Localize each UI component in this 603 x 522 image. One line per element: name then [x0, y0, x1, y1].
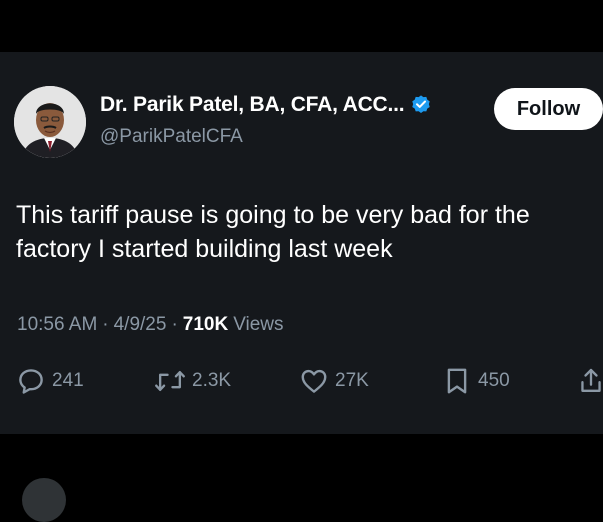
tweet-text-line: This tariff pause is going to be very ba…: [16, 201, 530, 229]
share-icon: [581, 368, 601, 392]
views-count: 710K: [182, 314, 229, 335]
author-name-row: Dr. Parik Patel, BA, CFA, ACC...: [100, 93, 432, 117]
follow-button[interactable]: Follow: [494, 88, 603, 130]
tweet-text-line: factory I started building last week: [16, 235, 393, 263]
tweet-text: This tariff pause is going to be very ba…: [16, 198, 596, 266]
like-button[interactable]: 27K: [299, 364, 369, 398]
tweet-meta: 10:56 AM · 4/9/25 · 710K Views: [17, 314, 284, 336]
bottom-background: [0, 434, 603, 484]
bookmark-count: 450: [478, 370, 510, 391]
author-handle[interactable]: @ParikPatelCFA: [100, 126, 243, 148]
heart-icon: [301, 369, 327, 393]
repost-button[interactable]: 2.3K: [154, 364, 231, 398]
views-label: Views: [233, 314, 284, 335]
next-tweet-avatar: [22, 478, 66, 522]
tweet-date[interactable]: 4/9/25: [114, 314, 167, 336]
avatar[interactable]: [14, 86, 86, 158]
verified-badge-icon[interactable]: [410, 94, 432, 116]
reply-count: 241: [52, 370, 84, 391]
bookmark-icon: [447, 368, 467, 394]
author-display-name[interactable]: Dr. Parik Patel, BA, CFA, ACC...: [100, 93, 405, 117]
share-button[interactable]: [580, 364, 602, 398]
repost-icon: [155, 370, 185, 392]
avatar-photo: [14, 86, 86, 158]
meta-separator: ·: [102, 314, 109, 335]
top-background: [0, 0, 603, 52]
like-count: 27K: [335, 370, 369, 391]
repost-count: 2.3K: [192, 370, 232, 391]
tweet-card: Dr. Parik Patel, BA, CFA, ACC... @ParikP…: [0, 52, 603, 434]
reply-button[interactable]: 241: [16, 364, 84, 398]
bookmark-button[interactable]: 450: [442, 364, 510, 398]
tweet-time[interactable]: 10:56 AM: [17, 314, 97, 336]
tweet-actions: 241 2.3K 27K 450: [0, 364, 603, 398]
meta-separator: ·: [171, 314, 178, 335]
reply-icon: [19, 369, 43, 394]
